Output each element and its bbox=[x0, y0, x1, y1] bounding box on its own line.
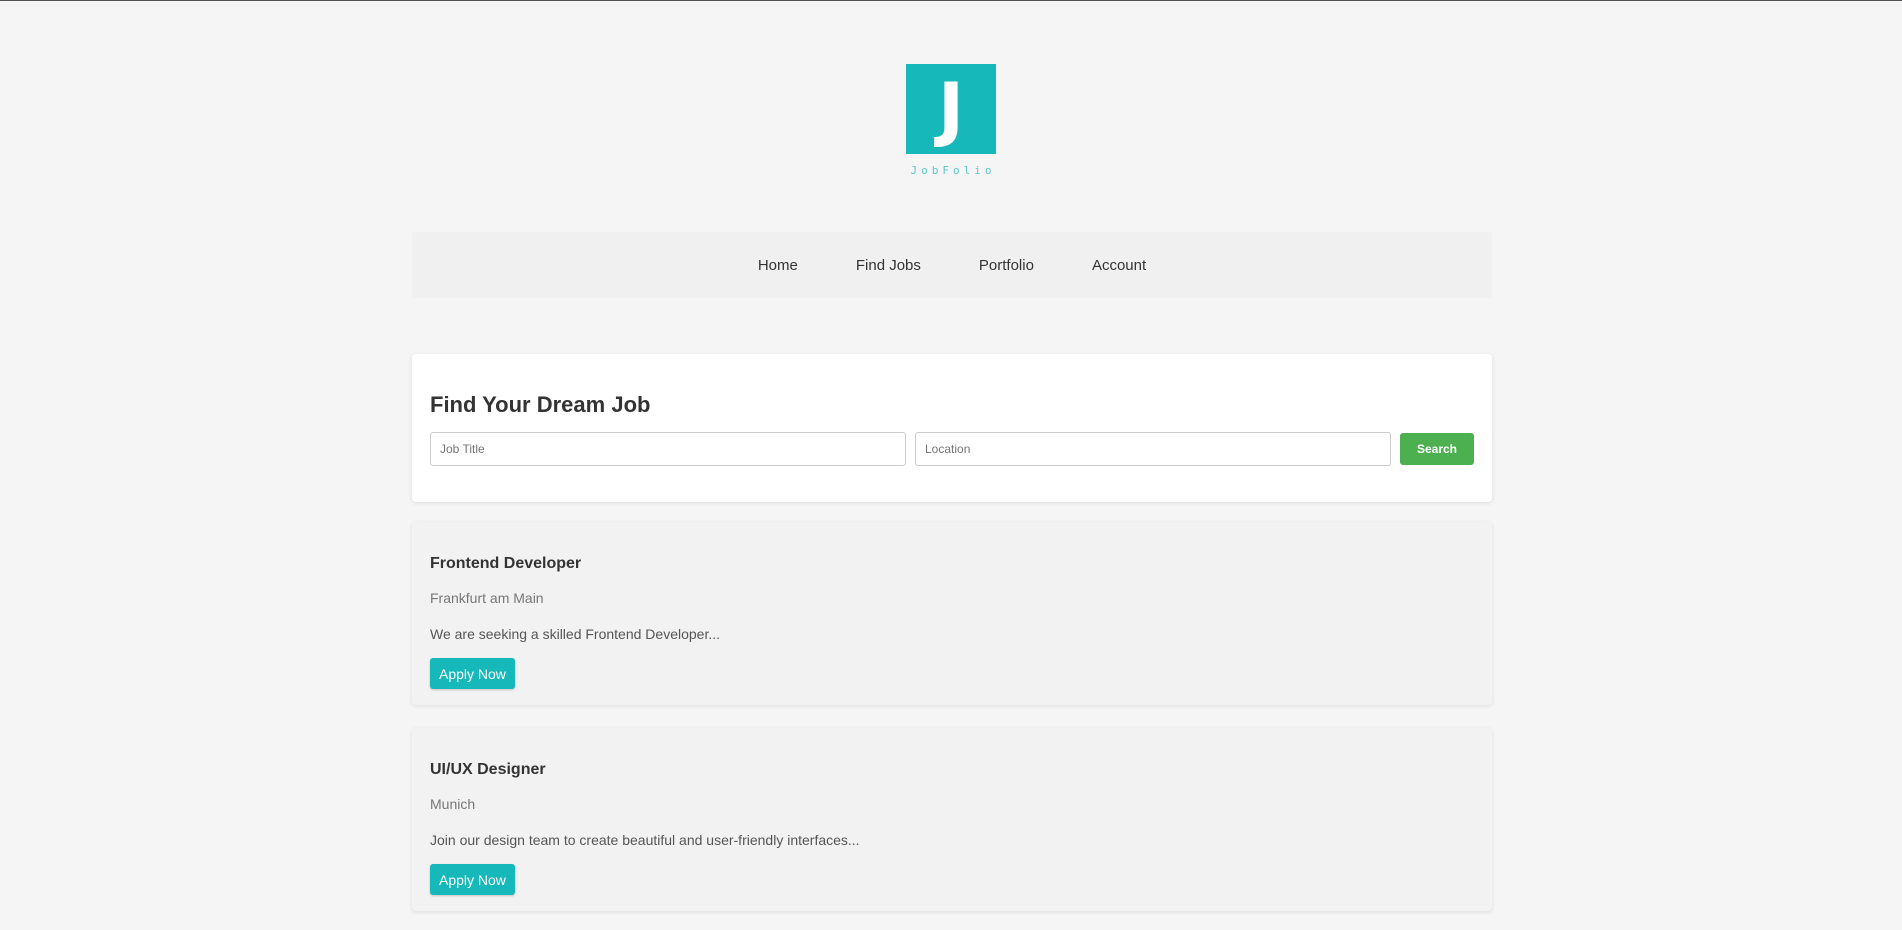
search-button[interactable]: Search bbox=[1400, 433, 1474, 465]
job-description: We are seeking a skilled Frontend Develo… bbox=[430, 626, 721, 642]
job-card: UI/UX Designer Munich Join our design te… bbox=[412, 728, 1492, 911]
brand-logo[interactable]: J JobFolio bbox=[0, 64, 1902, 177]
search-title: Find Your Dream Job bbox=[430, 392, 651, 417]
job-title: UI/UX Designer bbox=[430, 761, 546, 778]
logo-mark: J bbox=[906, 64, 996, 154]
search-form: Search bbox=[430, 432, 1474, 466]
nav-find-jobs[interactable]: Find Jobs bbox=[856, 257, 921, 274]
job-location: Munich bbox=[430, 796, 476, 812]
job-description: Join our design team to create beautiful… bbox=[430, 832, 860, 848]
nav-home[interactable]: Home bbox=[758, 257, 798, 274]
job-location: Frankfurt am Main bbox=[430, 590, 544, 606]
apply-now-button[interactable]: Apply Now bbox=[430, 658, 515, 689]
apply-now-button[interactable]: Apply Now bbox=[430, 864, 515, 895]
job-card: Frontend Developer Frankfurt am Main We … bbox=[412, 522, 1492, 705]
job-title-input[interactable] bbox=[430, 432, 906, 466]
brand-name: JobFolio bbox=[910, 164, 996, 177]
main-nav: Home Find Jobs Portfolio Account bbox=[412, 232, 1492, 298]
job-search-card: Find Your Dream Job Search bbox=[412, 354, 1492, 502]
logo-letter: J bbox=[937, 68, 965, 150]
nav-account[interactable]: Account bbox=[1092, 257, 1146, 274]
nav-portfolio[interactable]: Portfolio bbox=[979, 257, 1034, 274]
location-input[interactable] bbox=[915, 432, 1391, 466]
job-title: Frontend Developer bbox=[430, 555, 582, 572]
